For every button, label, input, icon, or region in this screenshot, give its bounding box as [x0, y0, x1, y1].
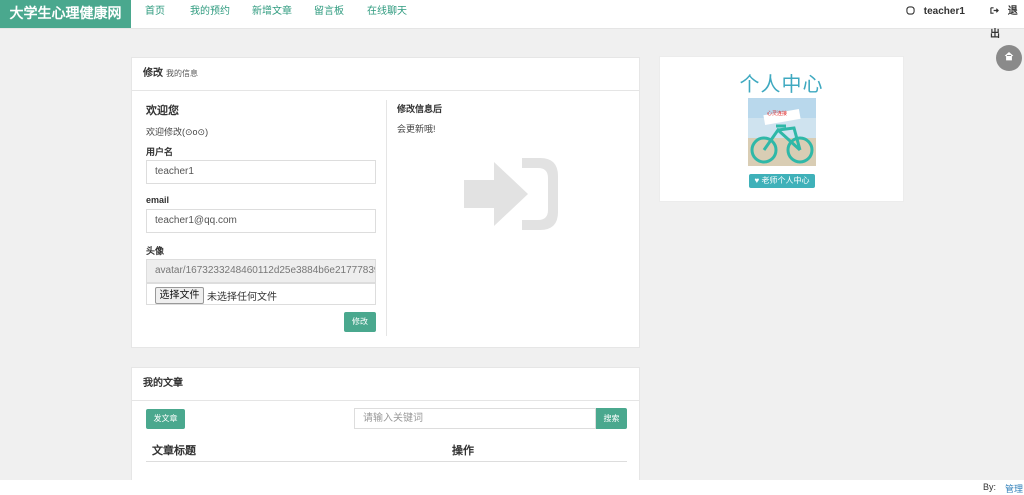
- file-upload-row: 选择文件 未选择任何文件: [146, 283, 376, 305]
- edit-panel-title: 修改: [143, 68, 163, 79]
- heart-icon: ♥: [754, 176, 760, 185]
- article-search-input[interactable]: 请输入关键词: [354, 408, 596, 429]
- welcome-heading: 欢迎您: [146, 105, 179, 117]
- nav-message-board[interactable]: 留言板: [314, 0, 344, 28]
- edit-panel-subtitle: 我的信息: [166, 69, 198, 78]
- site-brand[interactable]: 大学生心理健康网: [0, 0, 131, 28]
- nav-my-appointments[interactable]: 我的预约: [190, 0, 230, 28]
- avatar-label: 头像: [146, 246, 165, 256]
- column-divider: [386, 100, 387, 336]
- footer-by-label: By:: [983, 482, 997, 492]
- teacher-center-badge[interactable]: ♥ 老师个人中心: [749, 174, 815, 188]
- avatar-path-input: avatar/1673233248460112d25e3884b6e217778…: [146, 259, 376, 283]
- home-float-button[interactable]: [996, 45, 1022, 71]
- logout-link[interactable]: 退出: [990, 0, 1024, 40]
- my-articles-panel: 我的文章 发文章 请输入关键词 搜索 文章标题 操作: [131, 367, 640, 480]
- username-label: 用户名: [146, 147, 174, 157]
- email-label: email: [146, 195, 170, 205]
- user-icon: [906, 6, 918, 17]
- avatar: 心灵连接: [748, 98, 816, 166]
- footer: By: 管理: [0, 480, 1024, 495]
- table-header-divider: [146, 461, 627, 462]
- articles-panel-title: 我的文章: [143, 378, 183, 389]
- teacher-center-label: 老师个人中心: [761, 176, 810, 185]
- username-input[interactable]: teacher1: [146, 160, 376, 184]
- avatar-sign-text: 心灵连接: [767, 111, 788, 117]
- sign-in-icon: [464, 154, 560, 237]
- column-header-action: 操作: [452, 445, 474, 457]
- nav-online-chat[interactable]: 在线聊天: [367, 0, 407, 28]
- nav-home[interactable]: 首页: [145, 0, 165, 28]
- after-edit-text: 会更新哦!: [397, 124, 436, 134]
- sign-out-icon: [990, 6, 1002, 17]
- choose-file-button[interactable]: 选择文件: [155, 287, 204, 304]
- edit-info-panel: 修改 我的信息 欢迎您 欢迎修改(⊙o⊙) 用户名 teacher1 email …: [131, 57, 640, 348]
- file-status-text: 未选择任何文件: [207, 292, 277, 303]
- welcome-subtext: 欢迎修改(⊙o⊙): [146, 127, 209, 137]
- email-input[interactable]: teacher1@qq.com: [146, 209, 376, 233]
- edit-panel-header: 修改 我的信息: [132, 58, 639, 91]
- column-header-title: 文章标题: [152, 445, 196, 457]
- nav-new-article[interactable]: 新增文章: [252, 0, 292, 28]
- footer-admin-link[interactable]: 管理: [1005, 482, 1023, 495]
- user-menu[interactable]: teacher1: [906, 0, 965, 28]
- submit-edit-button[interactable]: 修改: [344, 312, 376, 332]
- articles-panel-header: 我的文章: [132, 368, 639, 401]
- top-navbar: 大学生心理健康网 首页 我的预约 新增文章 留言板 在线聊天 teacher1 …: [0, 0, 1024, 40]
- home-icon: [1004, 51, 1014, 61]
- after-edit-title: 修改信息后: [397, 104, 443, 114]
- new-article-button[interactable]: 发文章: [146, 409, 185, 429]
- user-name: teacher1: [923, 6, 965, 17]
- profile-center-title: 个人中心: [739, 74, 824, 96]
- search-button[interactable]: 搜索: [596, 408, 627, 429]
